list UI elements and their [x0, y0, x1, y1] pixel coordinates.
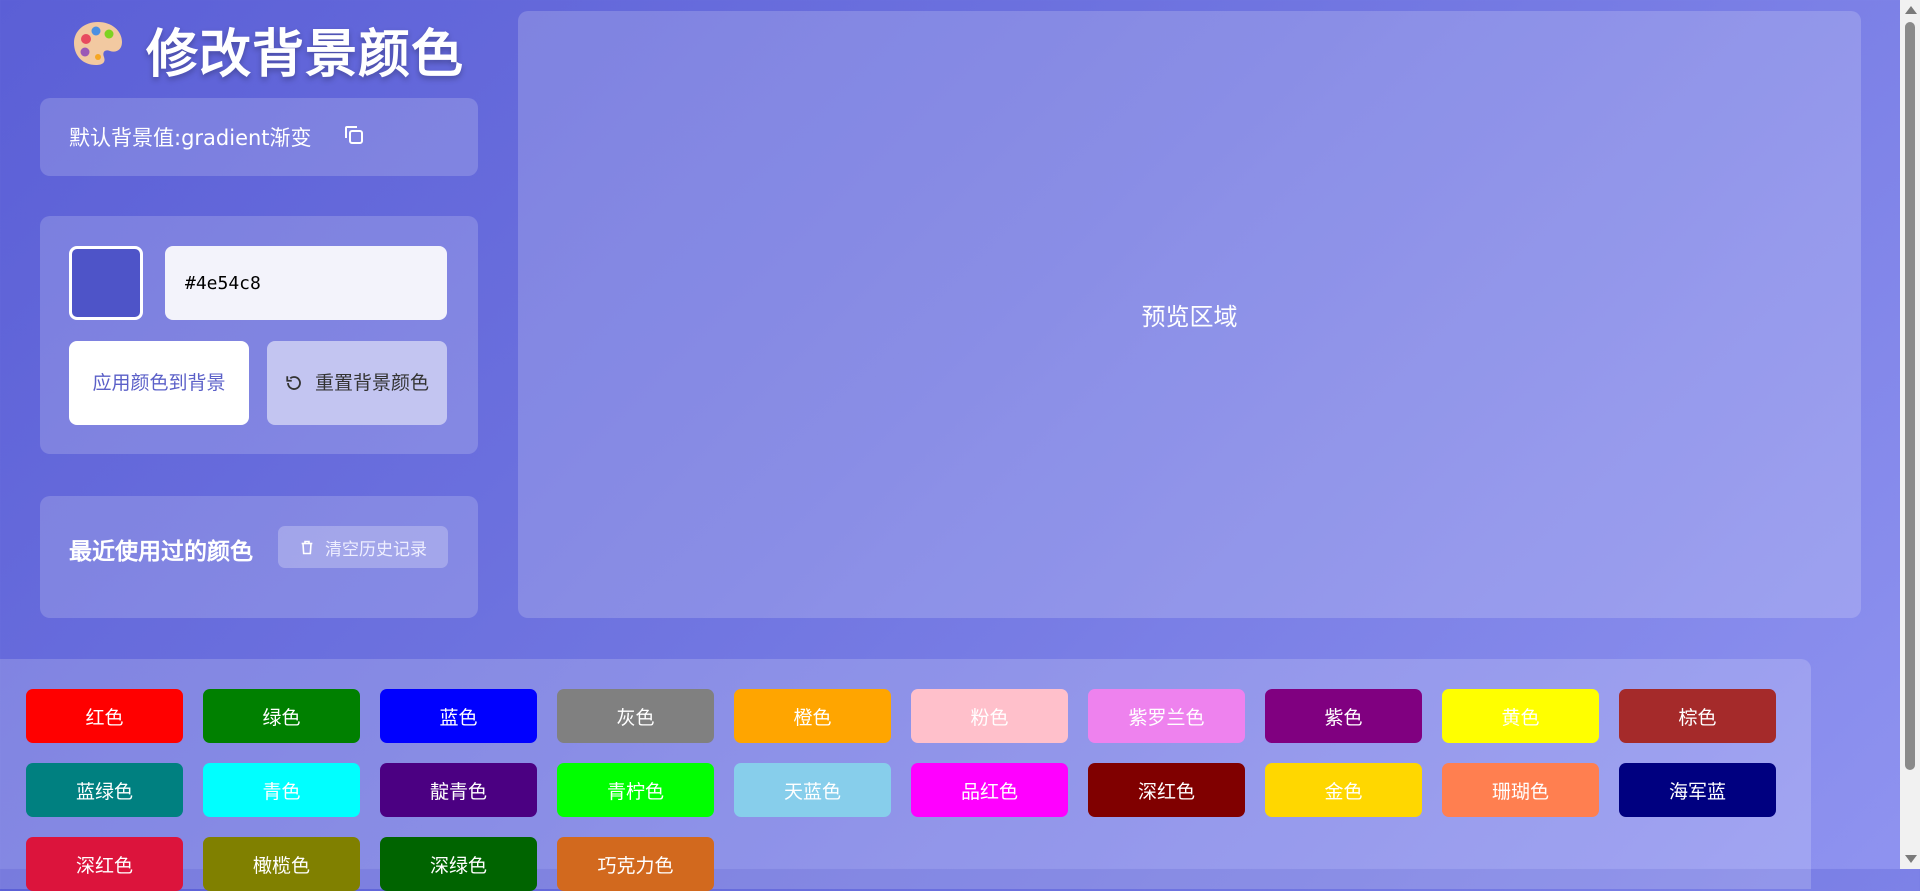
color-chip[interactable]: 深红色 — [1088, 763, 1245, 817]
scrollbar[interactable] — [1900, 0, 1920, 869]
clear-history-button[interactable]: 清空历史记录 — [278, 526, 448, 568]
page-title: 修改背景颜色 — [146, 24, 465, 85]
history-title: 最近使用过的颜色 — [69, 539, 253, 565]
page-header: 修改背景颜色 — [72, 12, 464, 86]
reset-button-label: 重置背景颜色 — [315, 371, 430, 394]
color-chip[interactable]: 金色 — [1265, 763, 1422, 817]
reset-background-button[interactable]: 重置背景颜色 — [267, 341, 447, 425]
hex-color-input[interactable] — [165, 246, 447, 320]
color-chip[interactable]: 绿色 — [203, 689, 360, 743]
color-chip[interactable]: 海军蓝 — [1619, 763, 1776, 817]
apply-color-button[interactable]: 应用颜色到背景 — [69, 341, 249, 425]
color-chip[interactable]: 紫罗兰色 — [1088, 689, 1245, 743]
scroll-up-arrow-icon[interactable] — [1905, 6, 1917, 14]
scroll-down-arrow-icon[interactable] — [1905, 855, 1917, 863]
color-chip[interactable]: 青色 — [203, 763, 360, 817]
trash-icon — [301, 540, 313, 554]
color-chip[interactable]: 红色 — [26, 689, 183, 743]
default-background-panel: 默认背景值:gradient渐变 — [40, 98, 478, 176]
color-chip[interactable]: 紫色 — [1265, 689, 1422, 743]
copy-icon — [345, 125, 363, 144]
scrollbar-thumb[interactable] — [1905, 22, 1915, 770]
color-chip[interactable]: 橄榄色 — [203, 837, 360, 891]
reset-icon — [286, 376, 301, 390]
color-chip[interactable]: 粉色 — [911, 689, 1068, 743]
copy-button[interactable] — [340, 122, 368, 150]
color-chip[interactable]: 品红色 — [911, 763, 1068, 817]
color-chip[interactable]: 深红色 — [26, 837, 183, 891]
preview-label: 预览区域 — [1141, 303, 1238, 331]
color-chip[interactable]: 深绿色 — [380, 837, 537, 891]
color-swatch[interactable] — [69, 246, 143, 320]
color-chip[interactable]: 天蓝色 — [734, 763, 891, 817]
color-chip[interactable]: 青柠色 — [557, 763, 714, 817]
color-picker-panel: 应用颜色到背景 重置背景颜色 — [40, 216, 478, 454]
color-chip[interactable]: 蓝绿色 — [26, 763, 183, 817]
clear-history-label: 清空历史记录 — [325, 539, 427, 560]
color-chip[interactable]: 蓝色 — [380, 689, 537, 743]
color-chip[interactable]: 珊瑚色 — [1442, 763, 1599, 817]
color-chip[interactable]: 灰色 — [557, 689, 714, 743]
color-chip[interactable]: 靛青色 — [380, 763, 537, 817]
color-chip[interactable]: 巧克力色 — [557, 837, 714, 891]
color-chip[interactable]: 橙色 — [734, 689, 891, 743]
color-chip[interactable]: 棕色 — [1619, 689, 1776, 743]
color-history-panel: 最近使用过的颜色 清空历史记录 — [40, 496, 478, 618]
default-background-text: 默认背景值:gradient渐变 — [69, 126, 312, 150]
preset-color-palette: 红色 绿色 蓝色 灰色 橙色 粉色 紫罗兰色 紫色 黄色 棕色 蓝绿色 青色 靛青色 青柠色 天蓝色 品红色深… — [0, 659, 1811, 891]
palette-icon — [72, 19, 124, 80]
color-chip[interactable]: 黄色 — [1442, 689, 1599, 743]
preview-area: 预览区域 — [518, 11, 1861, 618]
